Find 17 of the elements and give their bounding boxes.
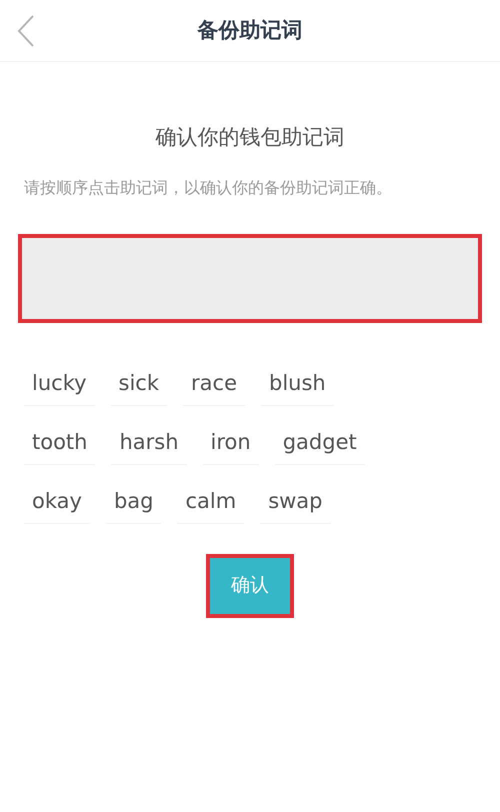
word-chip[interactable]: sick bbox=[110, 362, 168, 406]
word-chip[interactable]: harsh bbox=[111, 422, 187, 464]
word-chip[interactable]: calm bbox=[177, 480, 244, 524]
page-title: 备份助记词 bbox=[198, 16, 302, 44]
word-chip[interactable]: swap bbox=[260, 480, 331, 524]
word-chip[interactable]: tooth bbox=[24, 422, 96, 464]
word-chip[interactable]: bag bbox=[106, 480, 162, 524]
answer-box[interactable] bbox=[18, 234, 482, 322]
instruction-text: 请按顺序点击助记词，以确认你的备份助记词正确。 bbox=[23, 176, 393, 198]
word-chip[interactable]: race bbox=[183, 362, 245, 406]
word-chip[interactable]: iron bbox=[202, 422, 259, 464]
section-heading: 确认你的钱包助记词 bbox=[154, 124, 346, 151]
word-chip[interactable]: lucky bbox=[24, 362, 95, 406]
word-chip[interactable]: gadget bbox=[274, 422, 365, 464]
word-chip[interactable]: okay bbox=[24, 480, 90, 524]
back-icon[interactable] bbox=[16, 14, 36, 48]
word-chip[interactable]: blush bbox=[260, 362, 334, 406]
